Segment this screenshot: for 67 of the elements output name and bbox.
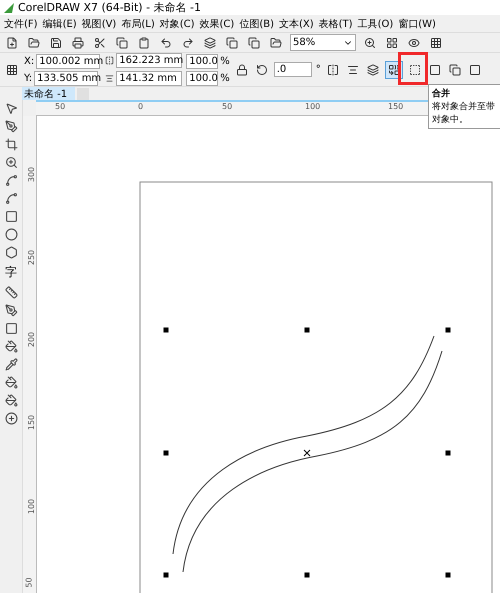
- app-logo-icon: [4, 2, 14, 12]
- selection-handle[interactable]: [304, 328, 310, 332]
- y-label: Y:: [24, 72, 32, 84]
- ruler-label: 100: [27, 498, 36, 514]
- zoom-icon[interactable]: [4, 156, 18, 169]
- text-tool[interactable]: 字: [5, 264, 17, 281]
- fill-icon[interactable]: [4, 376, 18, 389]
- selection-handle[interactable]: [304, 572, 310, 578]
- tooltip-text: 对象中。: [432, 114, 469, 126]
- menu-item[interactable]: 对象(C): [160, 16, 195, 30]
- tooltip-title: 合并: [432, 87, 451, 100]
- freehand-icon[interactable]: [4, 174, 18, 187]
- window-title: CorelDRAW X7 (64-Bit) - 未命名 -1: [18, 0, 202, 15]
- eyedropper-icon[interactable]: [4, 358, 18, 371]
- polygon-icon[interactable]: [4, 246, 18, 259]
- menu-item[interactable]: 效果(C): [200, 16, 234, 30]
- ruler-label: 50: [24, 577, 34, 588]
- menu-item[interactable]: 编辑(E): [42, 16, 77, 30]
- pointer-icon[interactable]: [4, 102, 18, 115]
- copy-icon[interactable]: [114, 34, 130, 50]
- menu-item[interactable]: 窗口(W): [398, 16, 436, 30]
- curve-icon[interactable]: [4, 192, 18, 205]
- selection-handle[interactable]: [446, 328, 450, 332]
- add-tool-icon[interactable]: [4, 412, 18, 425]
- selection-handle[interactable]: [164, 572, 168, 578]
- menu-item[interactable]: 布局(L): [121, 16, 155, 30]
- menu-item[interactable]: 视图(V): [82, 16, 116, 30]
- ruler-icon[interactable]: [4, 286, 18, 299]
- ruler-label: 200: [27, 332, 36, 348]
- menu-item[interactable]: 表格(T): [318, 16, 353, 30]
- x-label: X:: [24, 56, 34, 66]
- degree-label: °: [316, 64, 321, 75]
- ruler-label: 250: [27, 250, 36, 266]
- crop-icon[interactable]: [4, 138, 18, 151]
- scale-y-field[interactable]: 100.0: [186, 70, 218, 86]
- selection-handle[interactable]: [446, 572, 450, 578]
- zoom-dropdown[interactable]: 58%: [290, 34, 356, 51]
- ruler-label: 50: [55, 102, 66, 111]
- height-field[interactable]: 141.32 mm: [116, 71, 182, 86]
- width-field[interactable]: 162.223 mm: [116, 53, 182, 68]
- ruler-label: 300: [27, 166, 36, 182]
- tooltip-text: 将对象合并至带: [432, 100, 496, 113]
- selection-handle[interactable]: [164, 450, 168, 456]
- y-field[interactable]: 133.505 mm: [34, 70, 98, 86]
- ruler-label: 0: [138, 102, 144, 111]
- percent-label: %: [220, 72, 230, 84]
- angle-field[interactable]: .0: [274, 62, 312, 77]
- menu-item[interactable]: 文本(X): [278, 16, 314, 30]
- ruler-label: 150: [27, 414, 36, 430]
- scale-x-field[interactable]: 100.0: [186, 54, 218, 68]
- document-tab[interactable]: 未命名 -1: [22, 87, 76, 100]
- percent-label: %: [220, 56, 230, 66]
- x-field[interactable]: 100.002 mm: [36, 54, 100, 68]
- ellipse-icon[interactable]: [4, 228, 18, 241]
- selection-handle[interactable]: [446, 450, 450, 456]
- ruler-label: 150: [388, 102, 404, 111]
- highlight-frame: [398, 52, 428, 85]
- menu-item[interactable]: 工具(O): [358, 16, 394, 30]
- menu-item[interactable]: 位图(B): [239, 16, 274, 30]
- printer-icon[interactable]: [70, 34, 86, 50]
- rectangle-icon[interactable]: [4, 210, 18, 223]
- center-marker-icon: [304, 450, 310, 456]
- ruler-label: 100: [305, 102, 320, 111]
- menu-item[interactable]: 文件(F): [4, 16, 38, 30]
- arrange-icon[interactable]: [364, 62, 381, 78]
- selection-handle[interactable]: [164, 328, 168, 332]
- ruler-label: 50: [222, 102, 232, 111]
